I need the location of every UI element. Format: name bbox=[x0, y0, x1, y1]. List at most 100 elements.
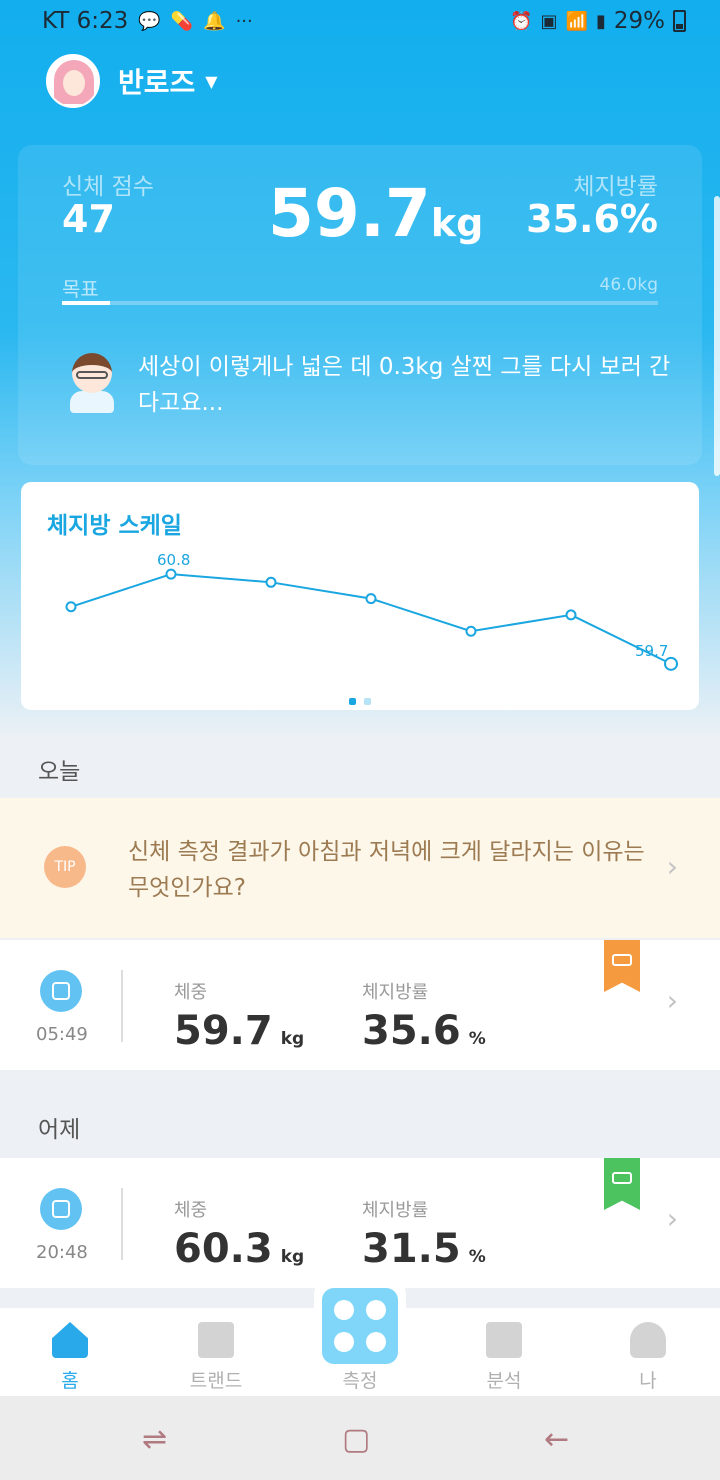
badge-ribbon-icon bbox=[604, 940, 640, 992]
android-navigation-bar: ⇌ ▢ ← bbox=[0, 1396, 720, 1480]
body-fat-value: 35.6% bbox=[526, 197, 658, 241]
page-dot bbox=[364, 698, 371, 705]
more-icon: ··· bbox=[235, 10, 253, 32]
body-fat-reading: 31.5% bbox=[362, 1226, 486, 1272]
weight-value: 60.3 bbox=[174, 1226, 273, 1272]
status-bar: KT 6:23 💬 💊 🔔 ··· ⏰ ▣ 📶 ▮ 29% bbox=[0, 0, 720, 44]
pill-icon: 💊 bbox=[170, 10, 194, 32]
body-fat-label: 체지방률 bbox=[362, 982, 429, 1003]
coach-avatar bbox=[64, 347, 118, 413]
record-time: 20:48 bbox=[36, 1242, 88, 1263]
chevron-right-icon: › bbox=[666, 850, 678, 883]
section-yesterday-label: 어제 bbox=[38, 1117, 81, 1143]
bell-icon: 🔔 bbox=[203, 10, 226, 32]
goal-progress-bar bbox=[62, 301, 658, 305]
body-score-value: 47 bbox=[62, 197, 115, 241]
status-left: KT 6:23 💬 💊 🔔 ··· bbox=[42, 8, 253, 34]
nav-trend[interactable]: 트랜드 bbox=[156, 1308, 276, 1393]
measure-button[interactable] bbox=[314, 1280, 406, 1372]
weight-value: 59.7 bbox=[268, 175, 431, 252]
weight-unit: kg bbox=[280, 1029, 305, 1049]
body-fat-label: 체지방률 bbox=[362, 1200, 429, 1221]
nav-home[interactable]: 홈 bbox=[10, 1308, 130, 1393]
weight-value: 59.7 bbox=[174, 1008, 273, 1054]
data-point[interactable] bbox=[65, 601, 77, 613]
page-dot-active bbox=[349, 698, 356, 705]
scrollbar[interactable] bbox=[714, 196, 720, 476]
tip-text: 신체 측정 결과가 아침과 저녁에 크게 달라지는 이유는 무엇인가요? bbox=[128, 839, 645, 901]
body-fat-reading: 35.6% bbox=[362, 1008, 486, 1054]
body-score-label: 신체 점수 bbox=[62, 174, 154, 200]
weight-display: 59.7kg bbox=[268, 175, 483, 252]
record-row-yesterday[interactable]: 20:48 체중 60.3 kg 체지방률 31.5% › bbox=[0, 1158, 720, 1288]
hd-icon: ▣ bbox=[540, 10, 558, 32]
page-indicator bbox=[349, 698, 371, 705]
weight-unit: kg bbox=[430, 201, 484, 245]
nav-measure-label: 측정 bbox=[342, 1370, 378, 1392]
battery-icon bbox=[673, 10, 686, 32]
chevron-right-icon: › bbox=[666, 984, 678, 1017]
goal-progress-fill bbox=[62, 301, 110, 305]
body-fat-value: 35.6 bbox=[362, 1008, 461, 1054]
series-line bbox=[70, 573, 672, 665]
data-label: 60.8 bbox=[157, 551, 190, 569]
data-point[interactable] bbox=[265, 576, 277, 588]
nav-me[interactable]: 나 bbox=[588, 1308, 708, 1393]
chevron-right-icon: › bbox=[666, 1202, 678, 1235]
nav-analysis-label: 분석 bbox=[486, 1370, 522, 1392]
weight-reading: 59.7 kg bbox=[174, 1008, 304, 1054]
home-button-icon[interactable]: ▢ bbox=[342, 1422, 370, 1457]
bone-badge-ribbon-icon bbox=[604, 1158, 640, 1210]
weight-label: 체중 bbox=[174, 982, 208, 1003]
weight-label: 체중 bbox=[174, 1200, 208, 1221]
profile-switcher[interactable]: 반로즈 ▼ bbox=[46, 54, 218, 108]
record-time: 05:49 bbox=[36, 1024, 88, 1045]
scale-icon bbox=[322, 1288, 398, 1364]
carrier-time: KT 6:23 bbox=[42, 8, 129, 34]
data-point[interactable] bbox=[465, 625, 477, 637]
body-fat-label: 체지방률 bbox=[573, 174, 658, 200]
section-today-label: 오늘 bbox=[38, 759, 81, 785]
scale-icon bbox=[40, 970, 82, 1012]
battery-percent: 29% bbox=[613, 8, 665, 34]
wifi-icon: 📶 bbox=[565, 10, 588, 32]
back-icon[interactable]: ← bbox=[544, 1422, 569, 1457]
nav-analysis[interactable]: 분석 bbox=[444, 1308, 564, 1393]
kakaotalk-icon: 💬 bbox=[138, 10, 161, 32]
tip-row[interactable]: TIP 신체 측정 결과가 아침과 저녁에 크게 달라지는 이유는 무엇인가요?… bbox=[0, 798, 720, 938]
recent-apps-icon[interactable]: ⇌ bbox=[142, 1422, 167, 1457]
weight-reading: 60.3 kg bbox=[174, 1226, 304, 1272]
weight-unit: kg bbox=[280, 1247, 305, 1267]
body-fat-unit: % bbox=[468, 1029, 486, 1049]
avatar bbox=[46, 54, 100, 108]
caret-down-icon: ▼ bbox=[205, 71, 218, 91]
record-divider bbox=[121, 970, 123, 1042]
data-point[interactable] bbox=[365, 593, 377, 605]
goal-value: 46.0kg bbox=[599, 275, 659, 295]
body-summary-card[interactable]: 신체 점수 47 59.7kg 체지방률 35.6% 목표 46.0kg 세상이… bbox=[18, 145, 702, 465]
alarm-icon: ⏰ bbox=[510, 10, 533, 32]
nav-home-label: 홈 bbox=[61, 1370, 79, 1392]
trend-icon bbox=[198, 1322, 234, 1358]
goal-label: 목표 bbox=[62, 277, 99, 301]
home-icon bbox=[52, 1322, 88, 1358]
profile-name: 반로즈 bbox=[118, 66, 196, 99]
body-fat-scale-chart-card[interactable]: 60.8 59.7 체지방 스케일 bbox=[21, 482, 699, 710]
chart-title: 체지방 스케일 bbox=[47, 513, 182, 539]
signal-icon: ▮ bbox=[595, 10, 606, 32]
body-fat-value: 31.5 bbox=[362, 1226, 461, 1272]
nav-trend-label: 트랜드 bbox=[189, 1370, 243, 1392]
record-divider bbox=[121, 1188, 123, 1260]
data-point[interactable] bbox=[565, 609, 577, 621]
status-right: ⏰ ▣ 📶 ▮ 29% bbox=[510, 8, 686, 34]
analysis-icon bbox=[486, 1322, 522, 1358]
coach-message: 세상이 이렇게나 넓은 데 0.3kg 살찐 그를 다시 보러 간다고요... bbox=[138, 354, 671, 416]
scale-icon bbox=[40, 1188, 82, 1230]
tip-badge: TIP bbox=[44, 846, 86, 888]
data-point[interactable] bbox=[165, 568, 177, 580]
body-fat-unit: % bbox=[468, 1247, 486, 1267]
person-icon bbox=[630, 1322, 666, 1358]
data-label: 59.7 bbox=[635, 642, 668, 660]
record-row-today[interactable]: 05:49 체중 59.7 kg 체지방률 35.6% › bbox=[0, 940, 720, 1070]
nav-me-label: 나 bbox=[639, 1370, 657, 1392]
